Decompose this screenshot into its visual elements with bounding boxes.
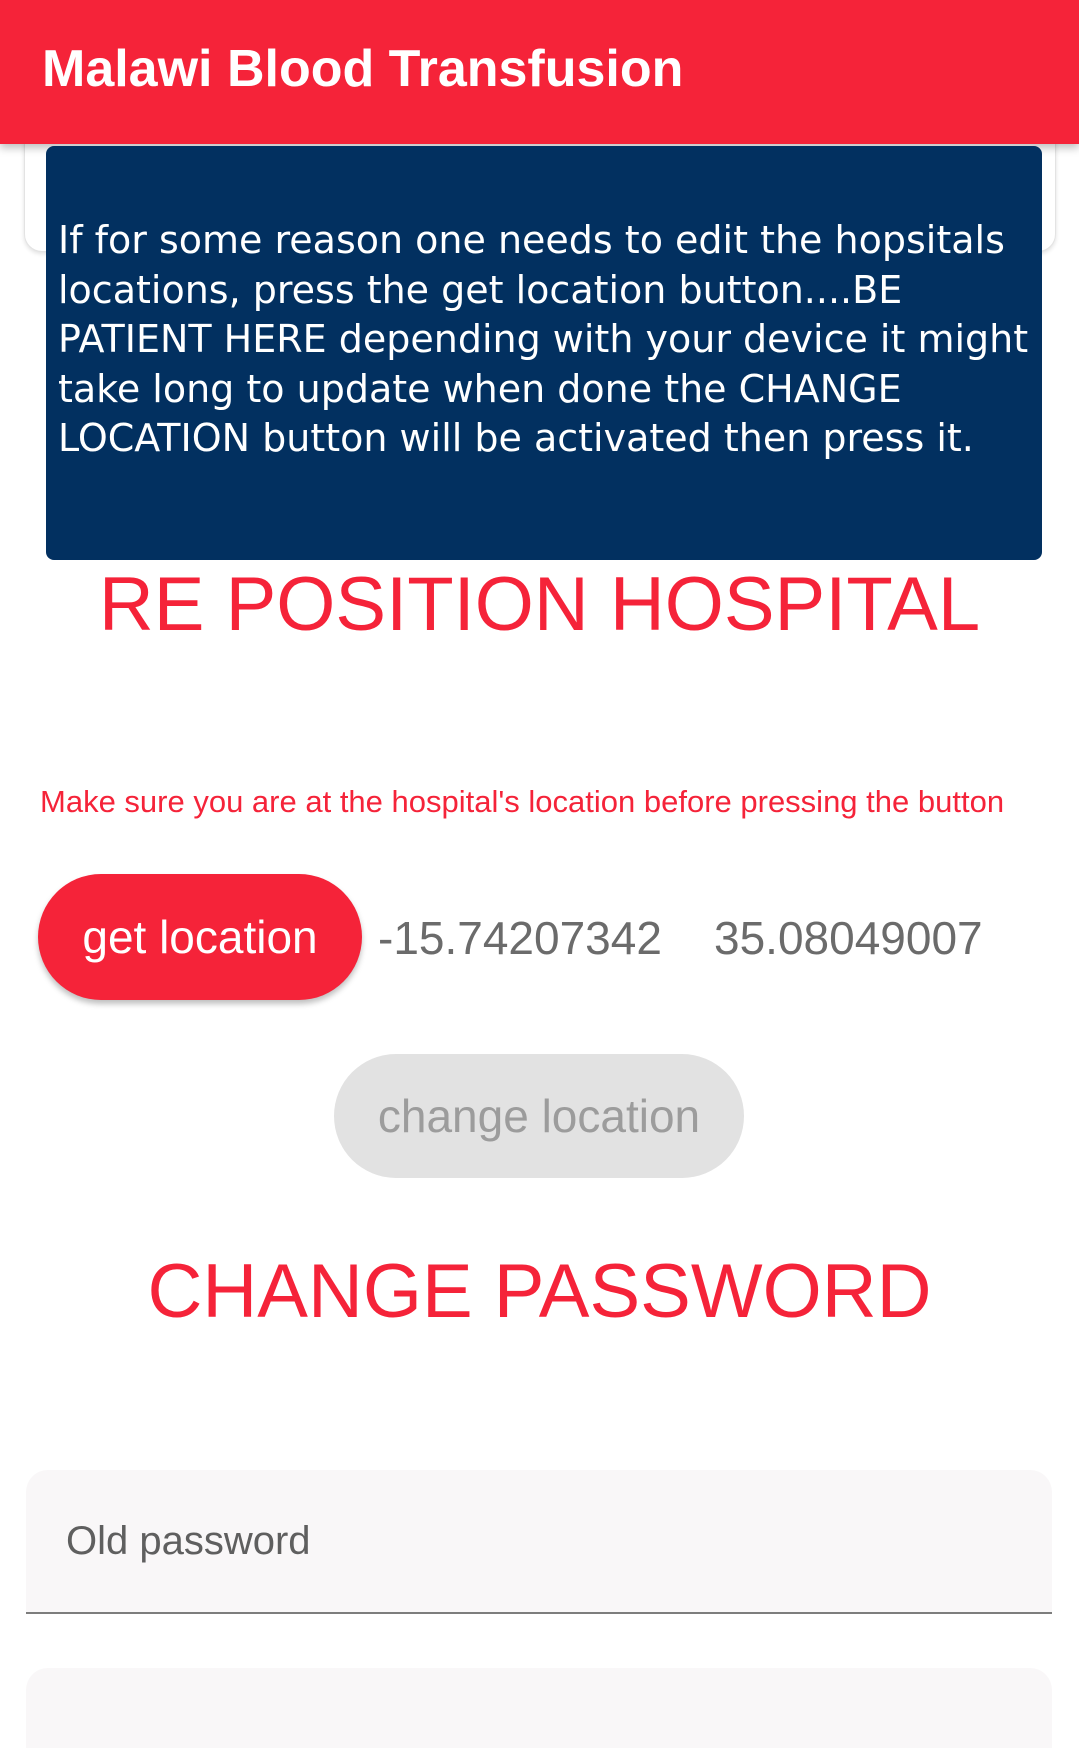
- new-password-field[interactable]: [26, 1668, 1052, 1748]
- help-tooltip-text: If for some reason one needs to edit the…: [58, 218, 1029, 460]
- old-password-input[interactable]: [66, 1470, 1006, 1612]
- get-location-button[interactable]: get location: [38, 874, 362, 1000]
- longitude-value: 35.08049007: [714, 912, 983, 964]
- change-location-button[interactable]: change location: [334, 1054, 744, 1178]
- new-password-input[interactable]: [66, 1668, 1006, 1748]
- reposition-hospital-title: RE POSITION HOSPITAL: [98, 562, 981, 647]
- app-title: Malawi Blood Transfusion: [42, 40, 684, 98]
- latitude-value: -15.74207342: [378, 912, 662, 964]
- app-bar: Malawi Blood Transfusion: [0, 0, 1079, 144]
- location-hint-text: Make sure you are at the hospital's loca…: [40, 784, 1005, 819]
- help-tooltip: If for some reason one needs to edit the…: [46, 146, 1042, 560]
- old-password-field[interactable]: [26, 1470, 1052, 1614]
- change-password-title: CHANGE PASSWORD: [147, 1249, 932, 1334]
